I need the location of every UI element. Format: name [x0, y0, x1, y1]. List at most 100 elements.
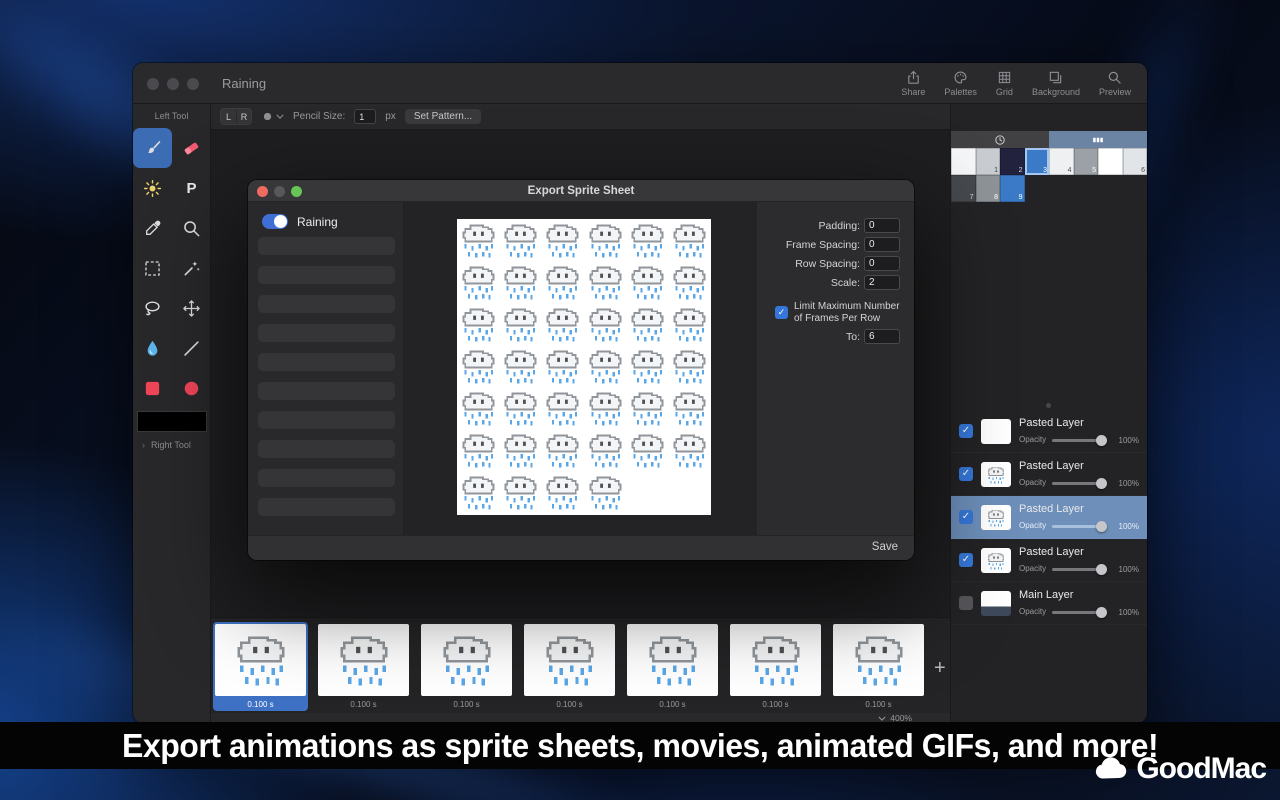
lr-tool-segment[interactable]: L R [220, 108, 252, 125]
field-input[interactable] [864, 256, 900, 271]
layer-row[interactable]: ✓Pasted LayerOpacity100% [951, 539, 1147, 582]
toolbar-background-button[interactable]: Background [1032, 70, 1080, 97]
field-input[interactable] [864, 237, 900, 252]
dialog-zoom-button[interactable] [291, 186, 302, 197]
color-swatch[interactable] [951, 148, 976, 175]
opacity-slider[interactable] [1052, 439, 1107, 442]
move-tool[interactable] [172, 288, 211, 328]
slider-knob[interactable] [1096, 564, 1107, 575]
resize-handle[interactable] [1046, 403, 1051, 408]
eraser-tool[interactable] [172, 128, 211, 168]
list-item[interactable] [258, 353, 395, 371]
titlebar[interactable]: Raining SharePalettesGridBackgroundPrevi… [133, 63, 1147, 104]
brush-tool[interactable] [133, 128, 172, 168]
palette-tab-frames[interactable] [1049, 131, 1147, 148]
color-swatch[interactable] [1098, 148, 1123, 175]
zoom-tool[interactable] [172, 208, 211, 248]
minimize-button[interactable] [167, 78, 179, 90]
form-field: Scale: [831, 275, 900, 290]
rect-tool[interactable] [133, 368, 172, 408]
timeline-frame[interactable]: 0.100 s [213, 622, 308, 711]
toolbar-preview-button[interactable]: Preview [1099, 70, 1131, 97]
timeline-frame[interactable]: 0.100 s [316, 622, 411, 711]
sprite-cell [586, 347, 625, 386]
layer-visibility-checkbox[interactable]: ✓ [959, 553, 973, 567]
timeline-frame[interactable]: 0.100 s [728, 622, 823, 711]
layer-row[interactable]: ✓Pasted LayerOpacity100% [951, 410, 1147, 453]
color-swatch[interactable]: 4 [1049, 148, 1074, 175]
set-pattern-button[interactable]: Set Pattern... [405, 109, 481, 124]
layer-visibility-checkbox[interactable] [959, 596, 973, 610]
color-swatch[interactable]: 6 [1123, 148, 1148, 175]
color-well[interactable] [137, 411, 207, 432]
brush-shape-button[interactable] [261, 110, 284, 123]
toolbar-share-button[interactable]: Share [901, 70, 925, 97]
layer-row[interactable]: ✓Pasted LayerOpacity100% [951, 496, 1147, 539]
timeline-frame[interactable]: 0.100 s [831, 622, 926, 711]
slider-knob[interactable] [1096, 521, 1107, 532]
save-button[interactable]: Save [872, 541, 898, 553]
list-item[interactable] [258, 411, 395, 429]
list-item[interactable] [258, 469, 395, 487]
timeline-frame[interactable]: 0.100 s [625, 622, 720, 711]
right-tool-segment[interactable]: R [236, 109, 251, 124]
opacity-slider[interactable] [1052, 611, 1107, 614]
layer-visibility-checkbox[interactable]: ✓ [959, 424, 973, 438]
pencil-tool[interactable]: P [172, 168, 211, 208]
toolbar-palettes-button[interactable]: Palettes [944, 70, 977, 97]
sprite-cell [543, 389, 582, 428]
dialog-close-button[interactable] [257, 186, 268, 197]
dialog-minimize-button[interactable] [274, 186, 285, 197]
fill-tool[interactable] [133, 328, 172, 368]
timeline-frame[interactable]: 0.100 s [419, 622, 514, 711]
color-swatch[interactable]: 5 [1074, 148, 1099, 175]
line-tool[interactable] [172, 328, 211, 368]
list-item[interactable] [258, 237, 395, 255]
palette-tab-clock[interactable] [951, 131, 1049, 148]
list-item[interactable] [258, 382, 395, 400]
color-swatch[interactable]: 8 [976, 175, 1001, 202]
right-tool-toggle[interactable]: › Right Tool [142, 440, 191, 450]
animation-toggle-row[interactable]: Raining [262, 214, 338, 229]
add-frame-button[interactable]: + [934, 658, 946, 678]
animation-toggle-switch[interactable] [262, 214, 288, 229]
lighten-tool[interactable] [133, 168, 172, 208]
wand-tool[interactable] [172, 248, 211, 288]
list-item[interactable] [258, 266, 395, 284]
dialog-titlebar[interactable]: Export Sprite Sheet [248, 180, 914, 202]
layer-visibility-checkbox[interactable]: ✓ [959, 510, 973, 524]
list-item[interactable] [258, 440, 395, 458]
close-button[interactable] [147, 78, 159, 90]
layer-row[interactable]: Main LayerOpacity100% [951, 582, 1147, 625]
list-item[interactable] [258, 295, 395, 313]
opacity-slider[interactable] [1052, 525, 1107, 528]
field-input[interactable] [864, 218, 900, 233]
slider-knob[interactable] [1096, 478, 1107, 489]
sprite-cell [459, 221, 498, 260]
left-tool-segment[interactable]: L [221, 109, 236, 124]
timeline-frame[interactable]: 0.100 s [522, 622, 617, 711]
field-input[interactable] [864, 275, 900, 290]
color-swatch[interactable]: 2 [1000, 148, 1025, 175]
color-swatch[interactable]: 9 [1000, 175, 1025, 202]
fullscreen-button[interactable] [187, 78, 199, 90]
opacity-slider[interactable] [1052, 482, 1107, 485]
color-swatch[interactable]: 7 [951, 175, 976, 202]
eyedropper-tool[interactable] [133, 208, 172, 248]
limit-checkbox[interactable]: ✓ [775, 306, 788, 319]
opacity-slider[interactable] [1052, 568, 1107, 571]
slider-knob[interactable] [1096, 435, 1107, 446]
ellipse-tool[interactable] [172, 368, 211, 408]
list-item[interactable] [258, 324, 395, 342]
layer-row[interactable]: ✓Pasted LayerOpacity100% [951, 453, 1147, 496]
marquee-tool[interactable] [133, 248, 172, 288]
layer-visibility-checkbox[interactable]: ✓ [959, 467, 973, 481]
list-item[interactable] [258, 498, 395, 516]
color-swatch[interactable]: 3 [1025, 148, 1050, 175]
color-swatch[interactable]: 1 [976, 148, 1001, 175]
pencil-size-input[interactable] [354, 109, 376, 124]
slider-knob[interactable] [1096, 607, 1107, 618]
lasso-tool[interactable] [133, 288, 172, 328]
to-input[interactable] [864, 329, 900, 344]
toolbar-grid-button[interactable]: Grid [996, 70, 1013, 97]
